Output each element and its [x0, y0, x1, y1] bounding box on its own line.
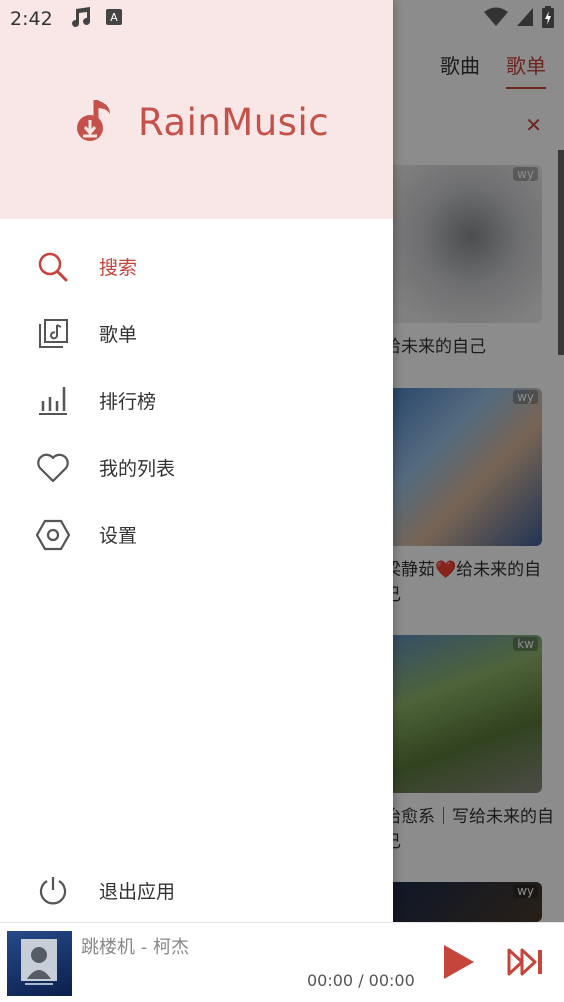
menu-item-label: 排行榜	[99, 391, 157, 413]
menu-item-settings[interactable]: 设置	[0, 501, 393, 568]
app-name: RainMusic	[138, 100, 330, 144]
battery-icon	[542, 6, 554, 32]
wifi-icon	[484, 7, 508, 31]
mini-player: 跳楼机 - 柯杰 00:00 / 00:00	[0, 922, 564, 1002]
now-playing-title[interactable]: 跳楼机 - 柯杰	[81, 933, 189, 959]
menu-item-label: 设置	[99, 525, 138, 547]
menu-item-label: 搜索	[99, 257, 138, 279]
hexagon-settings-icon	[36, 518, 70, 552]
status-bar: 2:42 A	[0, 0, 564, 38]
music-download-logo-icon	[74, 98, 116, 146]
brand: RainMusic	[74, 98, 329, 146]
menu-item-label: 歌单	[99, 324, 138, 346]
power-icon	[36, 874, 70, 908]
heart-icon	[36, 451, 70, 485]
menu-item-search[interactable]: 搜索	[0, 233, 393, 300]
menu-item-my-list[interactable]: 我的列表	[0, 434, 393, 501]
menu-item-label: 退出应用	[99, 881, 176, 903]
music-note-icon	[69, 6, 93, 32]
menu-item-playlists[interactable]: 歌单	[0, 300, 393, 367]
chart-bars-icon	[36, 384, 70, 418]
menu-item-label: 我的列表	[99, 458, 176, 480]
search-icon	[36, 250, 70, 284]
menu-item-exit[interactable]: 退出应用	[0, 857, 393, 924]
navigation-drawer: RainMusic 搜索 歌单 排行榜 我的列表 设置 退出应用	[0, 0, 393, 922]
play-icon[interactable]	[442, 943, 476, 985]
playback-time: 00:00 / 00:00	[307, 971, 415, 990]
svg-text:A: A	[110, 11, 118, 24]
playlist-icon	[36, 317, 70, 351]
drawer-menu: 搜索 歌单 排行榜 我的列表 设置	[0, 219, 393, 568]
status-time: 2:42	[10, 8, 53, 30]
signal-icon	[516, 7, 534, 31]
menu-item-charts[interactable]: 排行榜	[0, 367, 393, 434]
album-cover[interactable]	[7, 931, 72, 996]
keyboard-a-icon: A	[105, 8, 123, 30]
skip-next-icon[interactable]	[506, 947, 544, 981]
